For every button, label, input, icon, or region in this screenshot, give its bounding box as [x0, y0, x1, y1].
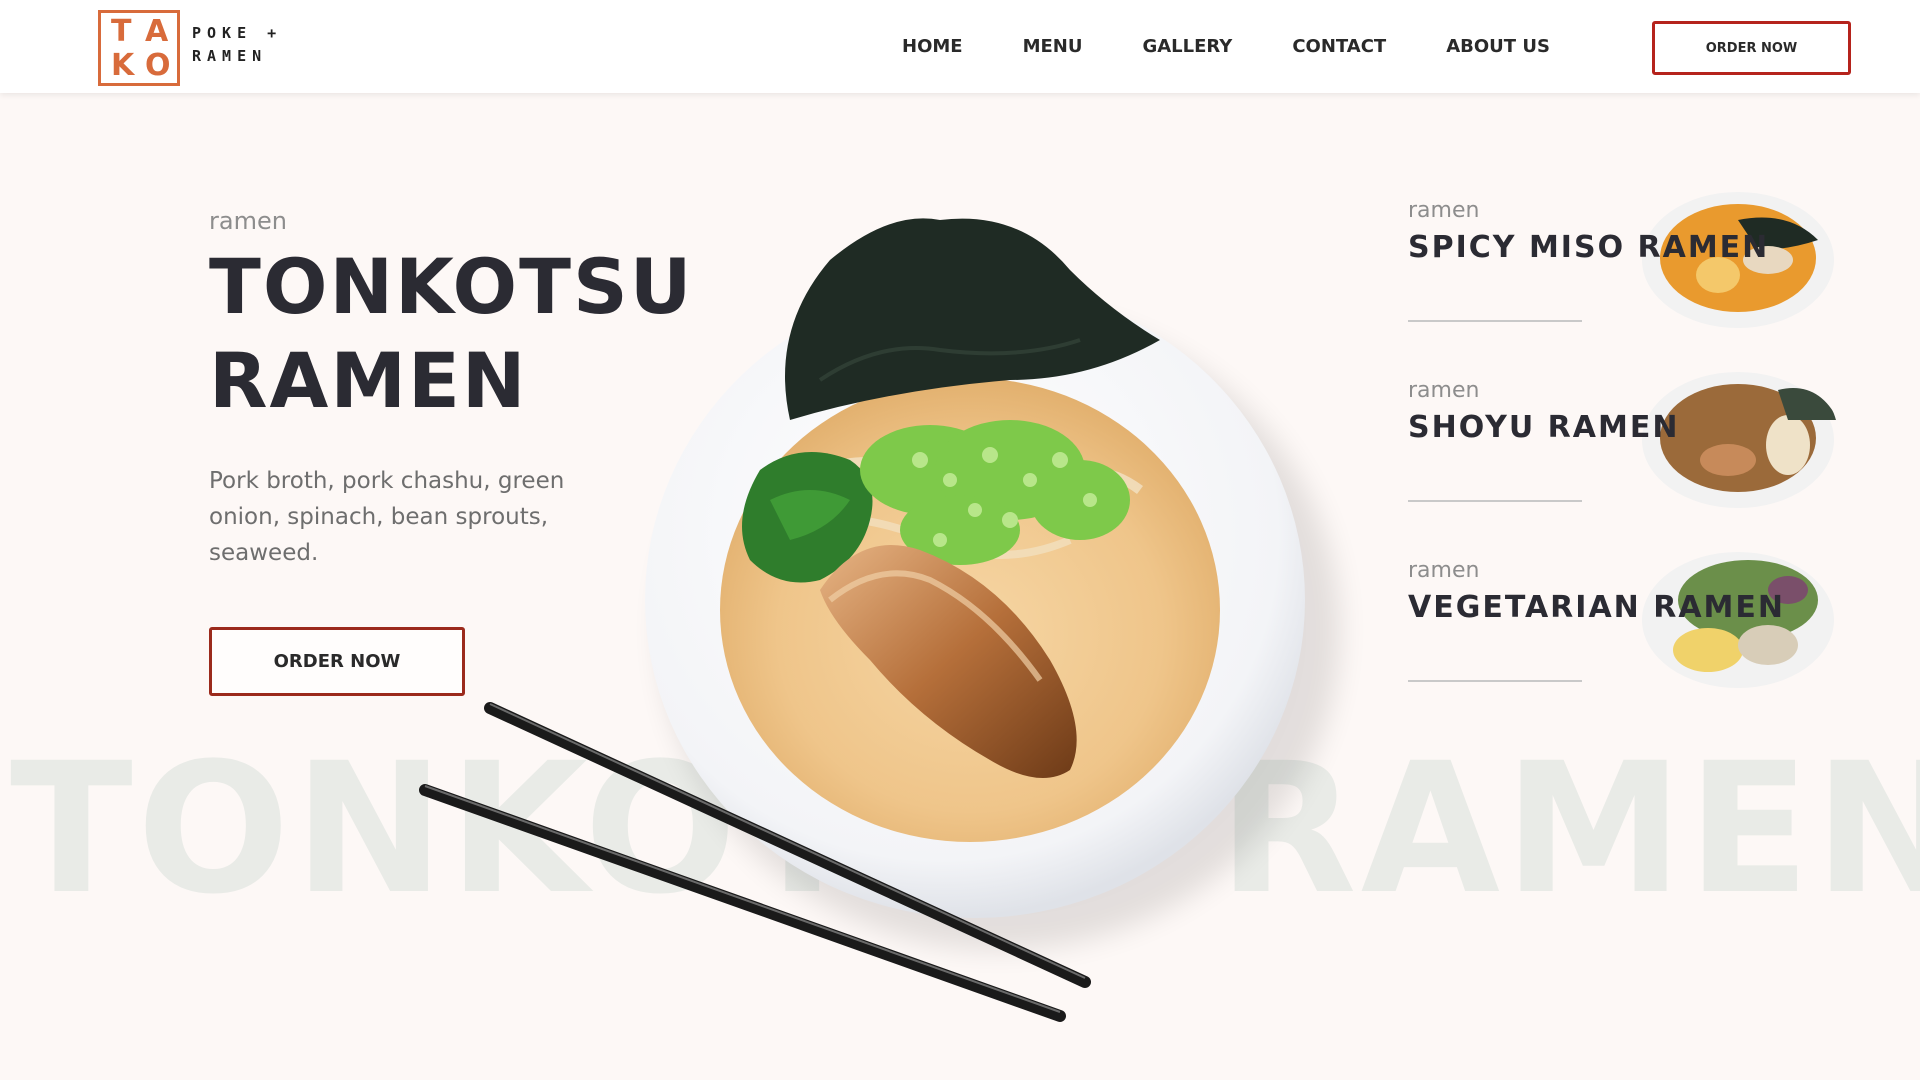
hero-order-now-button[interactable]: ORDER NOW [209, 627, 465, 696]
side-item-name: SPICY MISO RAMEN [1408, 230, 1770, 265]
side-item-name: VEGETARIAN RAMEN [1408, 590, 1785, 625]
nav-about-us[interactable]: ABOUT US [1446, 36, 1550, 57]
main-nav: HOME MENU GALLERY CONTACT ABOUT US [902, 36, 1550, 57]
side-item-divider [1408, 320, 1582, 322]
header-order-now-button[interactable]: ORDER NOW [1652, 21, 1851, 75]
green-onion [860, 420, 1130, 565]
hero-title-line1: TONKOTSU [209, 242, 694, 331]
nav-contact[interactable]: CONTACT [1292, 36, 1386, 57]
hero-title-line2: RAMEN [209, 336, 528, 425]
side-item-category: ramen [1408, 558, 1480, 583]
logo-letter-k: K [111, 48, 135, 83]
side-item-vegetarian-ramen[interactable]: ramen VEGETARIAN RAMEN [1408, 540, 1868, 700]
site-header: T A K O POKE + RAMEN HOME MENU GALLERY C… [0, 0, 1920, 93]
side-item-shoyu-ramen[interactable]: ramen SHOYU RAMEN [1408, 360, 1868, 520]
side-item-divider [1408, 680, 1582, 682]
side-item-category: ramen [1408, 198, 1480, 223]
logo-letter-o: O [145, 48, 171, 83]
nav-home[interactable]: HOME [902, 36, 963, 57]
logo-letter-a: A [145, 14, 169, 49]
tako-logo[interactable]: T A K O [98, 10, 180, 86]
nav-gallery[interactable]: GALLERY [1142, 36, 1232, 57]
side-item-divider [1408, 500, 1582, 502]
side-item-spicy-miso-ramen[interactable]: ramen SPICY MISO RAMEN [1408, 180, 1868, 340]
logo-tagline: POKE + RAMEN [192, 22, 282, 68]
logo-letter-t: T [111, 14, 132, 49]
logo-tagline-line1: POKE + [192, 24, 283, 42]
background-watermark-text: TONKOTSU RAMEN [10, 725, 1920, 934]
hero-title: TONKOTSU RAMEN [209, 240, 694, 428]
nav-menu[interactable]: MENU [1023, 36, 1083, 57]
hero-description: Pork broth, pork chashu, green onion, sp… [209, 468, 565, 566]
side-item-name: SHOYU RAMEN [1408, 410, 1680, 445]
hero-category: ramen [209, 207, 287, 235]
spinach [742, 452, 873, 583]
logo-tagline-line2: RAMEN [192, 47, 268, 65]
side-item-category: ramen [1408, 378, 1480, 403]
nori-seaweed [785, 218, 1160, 420]
